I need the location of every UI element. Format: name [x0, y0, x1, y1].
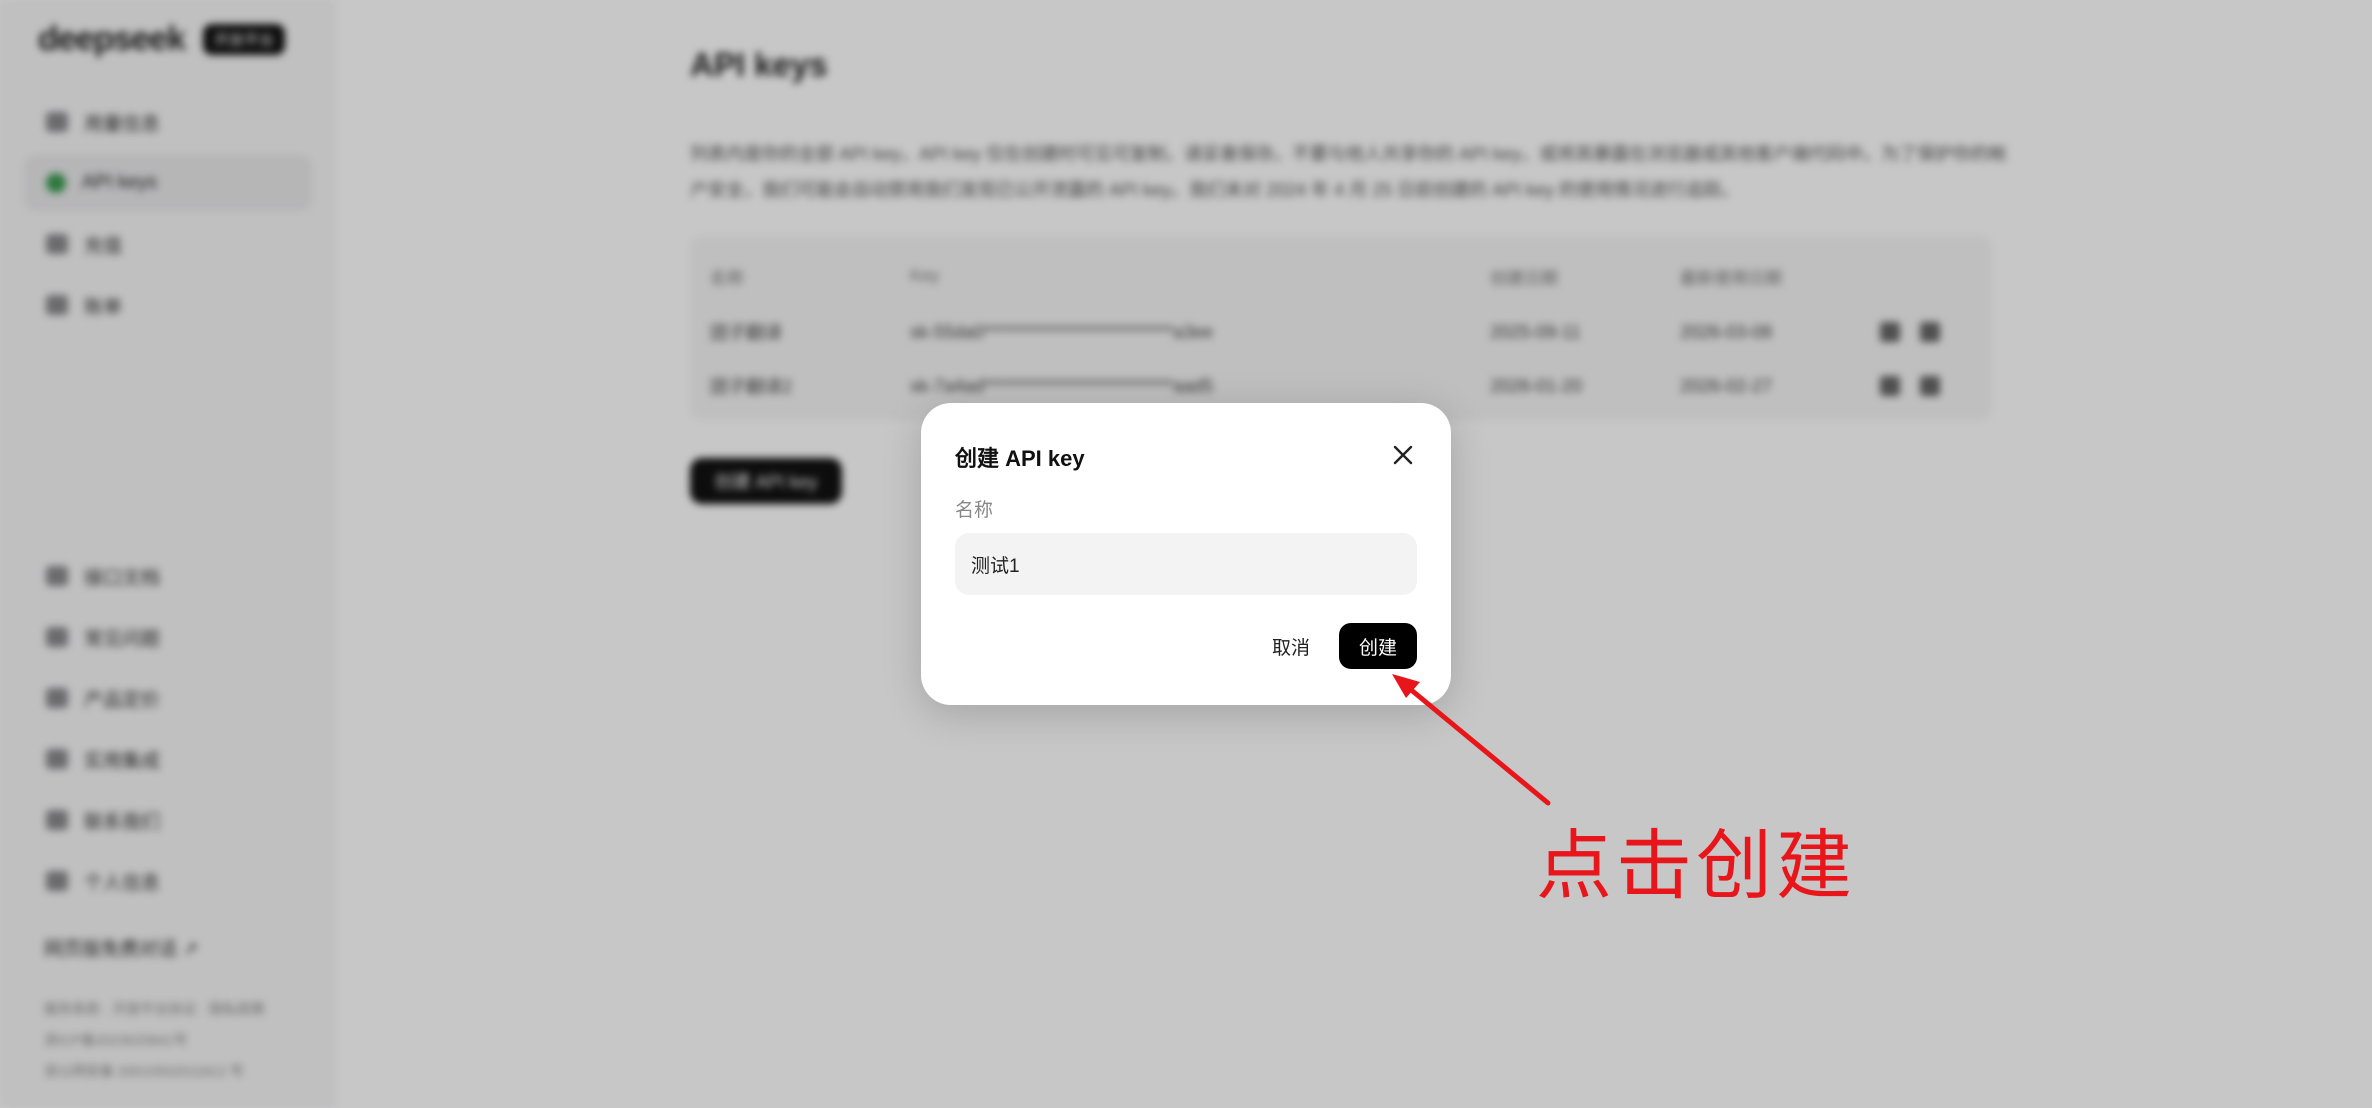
- close-button[interactable]: [1387, 439, 1419, 471]
- name-input[interactable]: [955, 533, 1417, 595]
- close-icon: [1393, 445, 1413, 465]
- dialog-title: 创建 API key: [955, 446, 1085, 471]
- name-field-label: 名称: [955, 500, 994, 521]
- cancel-button[interactable]: 取消: [1251, 623, 1331, 669]
- create-api-key-dialog: 创建 API key 名称 取消 创建: [921, 403, 1451, 705]
- annotation-label: 点击创建: [1536, 821, 1856, 910]
- create-button[interactable]: 创建: [1339, 623, 1417, 669]
